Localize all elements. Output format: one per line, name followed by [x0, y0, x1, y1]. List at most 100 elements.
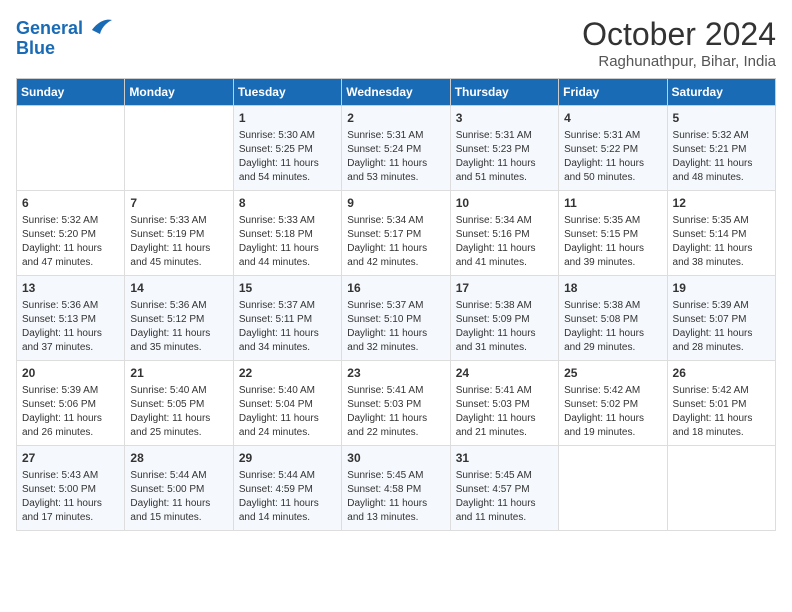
day-number: 7 [130, 195, 227, 212]
day-number: 27 [22, 450, 119, 467]
day-info: Sunrise: 5:33 AM Sunset: 5:18 PM Dayligh… [239, 214, 336, 270]
day-info: Sunrise: 5:42 AM Sunset: 5:02 PM Dayligh… [564, 384, 661, 440]
day-number: 21 [130, 365, 227, 382]
col-header-thursday: Thursday [450, 79, 558, 106]
day-number: 11 [564, 195, 661, 212]
day-number: 13 [22, 280, 119, 297]
calendar-table: SundayMondayTuesdayWednesdayThursdayFrid… [16, 78, 776, 531]
calendar-cell: 12Sunrise: 5:35 AM Sunset: 5:14 PM Dayli… [667, 191, 775, 276]
title-block: October 2024 Raghunathpur, Bihar, India [582, 16, 776, 70]
day-info: Sunrise: 5:42 AM Sunset: 5:01 PM Dayligh… [673, 384, 770, 440]
calendar-cell: 7 Sunrise: 5:33 AM Sunset: 5:19 PM Daylig… [125, 191, 233, 276]
day-number: 17 [456, 280, 553, 297]
calendar-cell: 16Sunrise: 5:37 AM Sunset: 5:10 PM Dayli… [342, 276, 450, 361]
calendar-cell: 27 Sunrise: 5:43 AM Sunset: 5:00 PM Dayli… [17, 446, 125, 531]
day-info: Sunrise: 5:32 AM Sunset: 5:20 PM Dayligh… [22, 214, 119, 270]
col-header-sunday: Sunday [17, 79, 125, 106]
calendar-cell: 23 Sunrise: 5:41 AM Sunset: 5:03 PM Dayli… [342, 361, 450, 446]
day-info: Sunrise: 5:38 AM Sunset: 5:09 PM Dayligh… [456, 299, 553, 355]
calendar-week-row: 6 Sunrise: 5:32 AM Sunset: 5:20 PM Daylig… [17, 191, 776, 276]
calendar-cell: 2Sunrise: 5:31 AM Sunset: 5:24 PM Daylig… [342, 106, 450, 191]
day-info: Sunrise: 5:39 AM Sunset: 5:07 PM Dayligh… [673, 299, 770, 355]
calendar-cell [667, 446, 775, 531]
day-number: 14 [130, 280, 227, 297]
day-number: 22 [239, 365, 336, 382]
day-number: 18 [564, 280, 661, 297]
calendar-cell: 28 Sunrise: 5:44 AM Sunset: 5:00 PM Dayli… [125, 446, 233, 531]
calendar-week-row: 13 Sunrise: 5:36 AM Sunset: 5:13 PM Dayli… [17, 276, 776, 361]
day-number: 10 [456, 195, 553, 212]
calendar-cell: 10 Sunrise: 5:34 AM Sunset: 5:16 PM Dayli… [450, 191, 558, 276]
day-number: 8 [239, 195, 336, 212]
day-info: Sunrise: 5:35 AM Sunset: 5:15 PM Dayligh… [564, 214, 661, 270]
day-info: Sunrise: 5:30 AM Sunset: 5:25 PM Dayligh… [239, 129, 336, 185]
calendar-cell: 11 Sunrise: 5:35 AM Sunset: 5:15 PM Dayli… [559, 191, 667, 276]
day-info: Sunrise: 5:36 AM Sunset: 5:12 PM Dayligh… [130, 299, 227, 355]
day-info: Sunrise: 5:33 AM Sunset: 5:19 PM Dayligh… [130, 214, 227, 270]
calendar-cell: 31 Sunrise: 5:45 AM Sunset: 4:57 PM Dayli… [450, 446, 558, 531]
calendar-cell: 21Sunrise: 5:40 AM Sunset: 5:05 PM Dayli… [125, 361, 233, 446]
day-number: 23 [347, 365, 444, 382]
day-info: Sunrise: 5:34 AM Sunset: 5:16 PM Dayligh… [456, 214, 553, 270]
col-header-tuesday: Tuesday [233, 79, 341, 106]
calendar-cell: 25 Sunrise: 5:42 AM Sunset: 5:02 PM Dayli… [559, 361, 667, 446]
day-number: 25 [564, 365, 661, 382]
day-info: Sunrise: 5:45 AM Sunset: 4:57 PM Dayligh… [456, 469, 553, 525]
day-info: Sunrise: 5:41 AM Sunset: 5:03 PM Dayligh… [347, 384, 444, 440]
calendar-cell: 19 Sunrise: 5:39 AM Sunset: 5:07 PM Dayli… [667, 276, 775, 361]
day-number: 1 [239, 110, 336, 127]
day-number: 30 [347, 450, 444, 467]
day-number: 31 [456, 450, 553, 467]
day-number: 16 [347, 280, 444, 297]
day-number: 19 [673, 280, 770, 297]
day-number: 5 [673, 110, 770, 127]
month-title: October 2024 [582, 16, 776, 53]
day-info: Sunrise: 5:35 AM Sunset: 5:14 PM Dayligh… [673, 214, 770, 270]
day-number: 20 [22, 365, 119, 382]
day-number: 9 [347, 195, 444, 212]
day-info: Sunrise: 5:32 AM Sunset: 5:21 PM Dayligh… [673, 129, 770, 185]
day-info: Sunrise: 5:41 AM Sunset: 5:03 PM Dayligh… [456, 384, 553, 440]
location: Raghunathpur, Bihar, India [582, 53, 776, 70]
calendar-cell: 30 Sunrise: 5:45 AM Sunset: 4:58 PM Dayli… [342, 446, 450, 531]
calendar-cell: 6 Sunrise: 5:32 AM Sunset: 5:20 PM Daylig… [17, 191, 125, 276]
day-info: Sunrise: 5:31 AM Sunset: 5:22 PM Dayligh… [564, 129, 661, 185]
calendar-cell [559, 446, 667, 531]
day-info: Sunrise: 5:37 AM Sunset: 5:11 PM Dayligh… [239, 299, 336, 355]
calendar-cell: 29Sunrise: 5:44 AM Sunset: 4:59 PM Dayli… [233, 446, 341, 531]
calendar-cell: 14 Sunrise: 5:36 AM Sunset: 5:12 PM Dayli… [125, 276, 233, 361]
calendar-header-row: SundayMondayTuesdayWednesdayThursdayFrid… [17, 79, 776, 106]
logo: General Blue [16, 16, 112, 59]
calendar-cell: 3Sunrise: 5:31 AM Sunset: 5:23 PM Daylig… [450, 106, 558, 191]
calendar-cell: 15Sunrise: 5:37 AM Sunset: 5:11 PM Dayli… [233, 276, 341, 361]
calendar-cell: 20 Sunrise: 5:39 AM Sunset: 5:06 PM Dayli… [17, 361, 125, 446]
day-info: Sunrise: 5:38 AM Sunset: 5:08 PM Dayligh… [564, 299, 661, 355]
day-info: Sunrise: 5:39 AM Sunset: 5:06 PM Dayligh… [22, 384, 119, 440]
day-number: 28 [130, 450, 227, 467]
day-info: Sunrise: 5:31 AM Sunset: 5:24 PM Dayligh… [347, 129, 444, 185]
calendar-cell: 17 Sunrise: 5:38 AM Sunset: 5:09 PM Dayli… [450, 276, 558, 361]
day-number: 6 [22, 195, 119, 212]
calendar-week-row: 27 Sunrise: 5:43 AM Sunset: 5:00 PM Dayli… [17, 446, 776, 531]
col-header-saturday: Saturday [667, 79, 775, 106]
day-info: Sunrise: 5:31 AM Sunset: 5:23 PM Dayligh… [456, 129, 553, 185]
calendar-cell: 1 Sunrise: 5:30 AM Sunset: 5:25 PM Daylig… [233, 106, 341, 191]
day-info: Sunrise: 5:40 AM Sunset: 5:04 PM Dayligh… [239, 384, 336, 440]
page-header: General Blue October 2024 Raghunathpur, … [16, 16, 776, 70]
col-header-wednesday: Wednesday [342, 79, 450, 106]
day-info: Sunrise: 5:36 AM Sunset: 5:13 PM Dayligh… [22, 299, 119, 355]
col-header-friday: Friday [559, 79, 667, 106]
day-info: Sunrise: 5:43 AM Sunset: 5:00 PM Dayligh… [22, 469, 119, 525]
calendar-cell [17, 106, 125, 191]
calendar-week-row: 20 Sunrise: 5:39 AM Sunset: 5:06 PM Dayli… [17, 361, 776, 446]
calendar-cell: 24Sunrise: 5:41 AM Sunset: 5:03 PM Dayli… [450, 361, 558, 446]
day-info: Sunrise: 5:45 AM Sunset: 4:58 PM Dayligh… [347, 469, 444, 525]
calendar-cell: 9 Sunrise: 5:34 AM Sunset: 5:17 PM Daylig… [342, 191, 450, 276]
logo-blue: Blue [16, 39, 112, 59]
logo-general: General [16, 18, 83, 38]
calendar-week-row: 1 Sunrise: 5:30 AM Sunset: 5:25 PM Daylig… [17, 106, 776, 191]
day-info: Sunrise: 5:34 AM Sunset: 5:17 PM Dayligh… [347, 214, 444, 270]
day-number: 4 [564, 110, 661, 127]
calendar-cell: 8 Sunrise: 5:33 AM Sunset: 5:18 PM Daylig… [233, 191, 341, 276]
day-info: Sunrise: 5:44 AM Sunset: 5:00 PM Dayligh… [130, 469, 227, 525]
